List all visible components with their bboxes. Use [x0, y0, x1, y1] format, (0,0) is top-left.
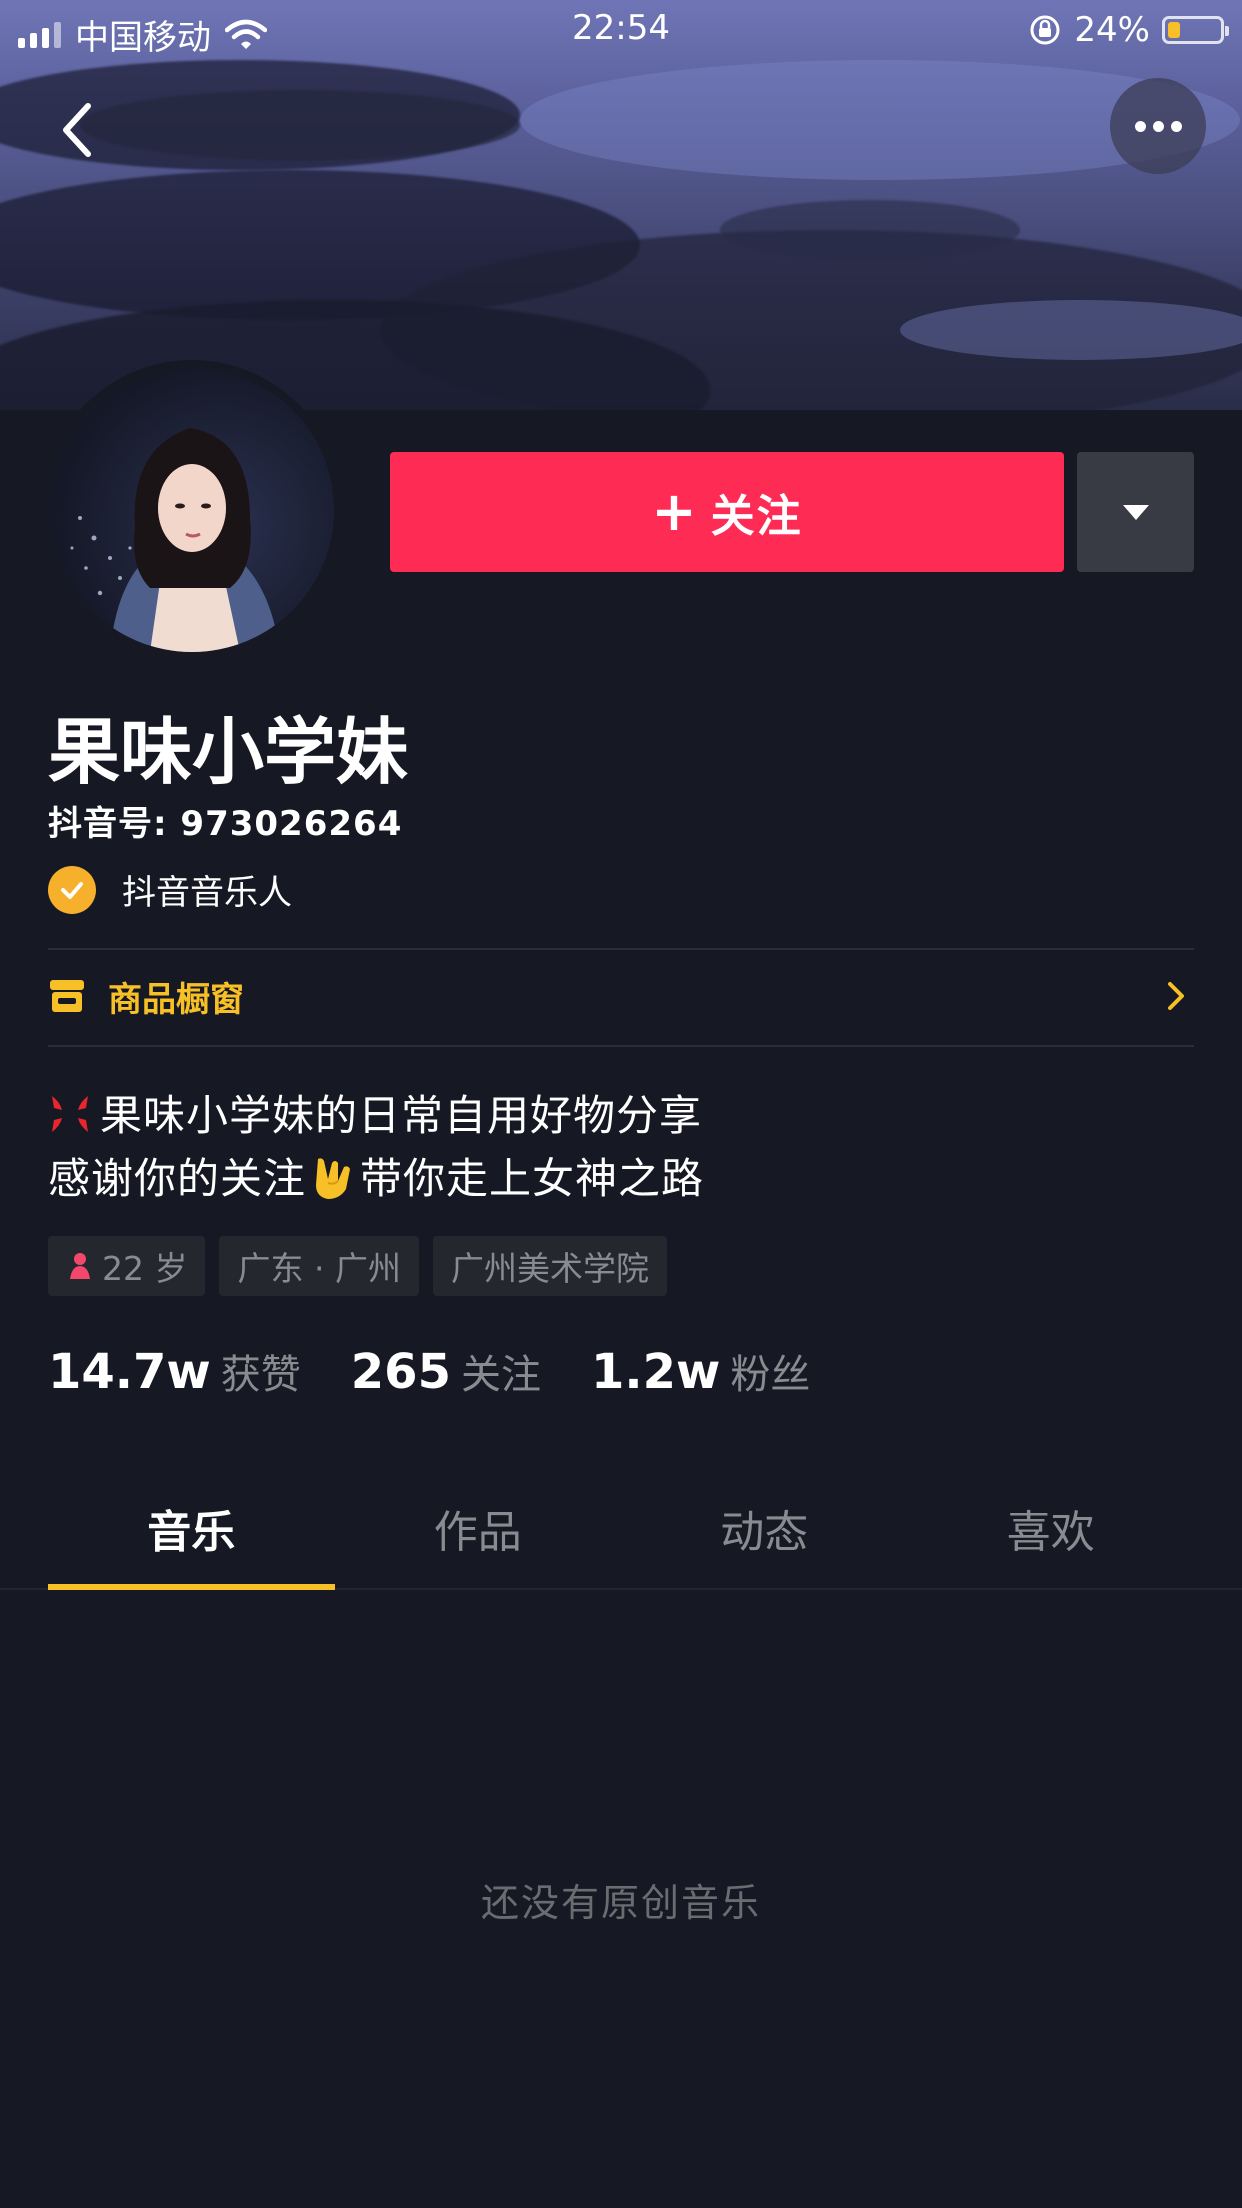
follow-label: 关注 — [710, 491, 803, 542]
status-bar: 中国移动 22:54 24% — [0, 0, 1242, 60]
active-tab-indicator — [48, 1584, 335, 1590]
following-count[interactable]: 265 — [351, 1344, 451, 1400]
age-text: 22 岁 — [102, 1249, 188, 1288]
anger-emoji-icon — [52, 1096, 88, 1132]
location-text: 广东 · 广州 — [237, 1249, 401, 1288]
cover-image — [0, 0, 1242, 410]
bio-text-2b: 带你走上女神之路 — [360, 1154, 705, 1203]
rock-on-hand-emoji-icon — [316, 1158, 351, 1199]
avatar[interactable] — [50, 368, 334, 652]
fans-count[interactable]: 1.2w — [591, 1344, 720, 1400]
back-button[interactable] — [40, 92, 120, 172]
chevron-left-icon — [63, 103, 91, 157]
content-tabs: 音乐 作品 动态 喜欢 — [48, 1490, 1194, 1590]
tab-moments[interactable]: 动态 — [621, 1490, 908, 1590]
likes-count: 14.7w — [48, 1344, 211, 1400]
battery-percent: 24% — [1074, 10, 1150, 50]
profile-tags: 22 岁 广东 · 广州 广州美术学院 — [48, 1236, 667, 1296]
battery-icon — [1162, 16, 1229, 44]
bio-text-1: 果味小学妹的日常自用好物分享 — [100, 1091, 703, 1140]
profile-name: 果味小学妹 — [48, 710, 409, 794]
plus-icon: + — [651, 480, 699, 543]
school-text: 广州美术学院 — [450, 1249, 649, 1288]
douyin-id[interactable]: 抖音号: 973026264 — [48, 796, 402, 845]
avatar-portrait — [70, 428, 280, 652]
age-tag: 22 岁 — [48, 1236, 206, 1296]
caret-down-icon — [1122, 504, 1149, 520]
check-badge-icon — [48, 865, 96, 914]
chevron-right-icon — [1168, 982, 1184, 1010]
shop-icon — [50, 980, 84, 1012]
following-label[interactable]: 关注 — [461, 1342, 541, 1400]
shop-window-row[interactable]: 商品橱窗 — [48, 948, 1194, 1044]
divider — [48, 1045, 1194, 1047]
school-tag: 广州美术学院 — [432, 1236, 667, 1296]
verified-badge-row: 抖音音乐人 — [48, 865, 292, 914]
shop-label: 商品橱窗 — [108, 979, 244, 1020]
recommend-dropdown-button[interactable] — [1077, 452, 1194, 572]
tab-works[interactable]: 作品 — [335, 1490, 622, 1590]
bio-line-2: 感谢你的关注 带你走上女神之路 — [48, 1145, 704, 1206]
rotation-lock-icon — [1030, 15, 1060, 45]
location-tag: 广东 · 广州 — [219, 1236, 419, 1296]
more-dots-icon — [1134, 120, 1146, 132]
badge-label: 抖音音乐人 — [122, 873, 292, 913]
tab-music[interactable]: 音乐 — [48, 1490, 335, 1590]
fans-label[interactable]: 粉丝 — [730, 1342, 810, 1400]
tab-likes[interactable]: 喜欢 — [908, 1490, 1195, 1590]
profile-stats: 14.7w 获赞 265 关注 1.2w 粉丝 — [48, 1342, 860, 1400]
more-options-button[interactable] — [1110, 78, 1206, 174]
follow-button[interactable]: + 关注 — [390, 452, 1064, 572]
bio-line-1: 果味小学妹的日常自用好物分享 — [48, 1082, 702, 1143]
female-icon — [70, 1253, 90, 1279]
likes-label: 获赞 — [220, 1352, 301, 1398]
empty-state-text: 还没有原创音乐 — [480, 1881, 761, 1925]
bio-text-2a: 感谢你的关注 — [48, 1154, 307, 1203]
